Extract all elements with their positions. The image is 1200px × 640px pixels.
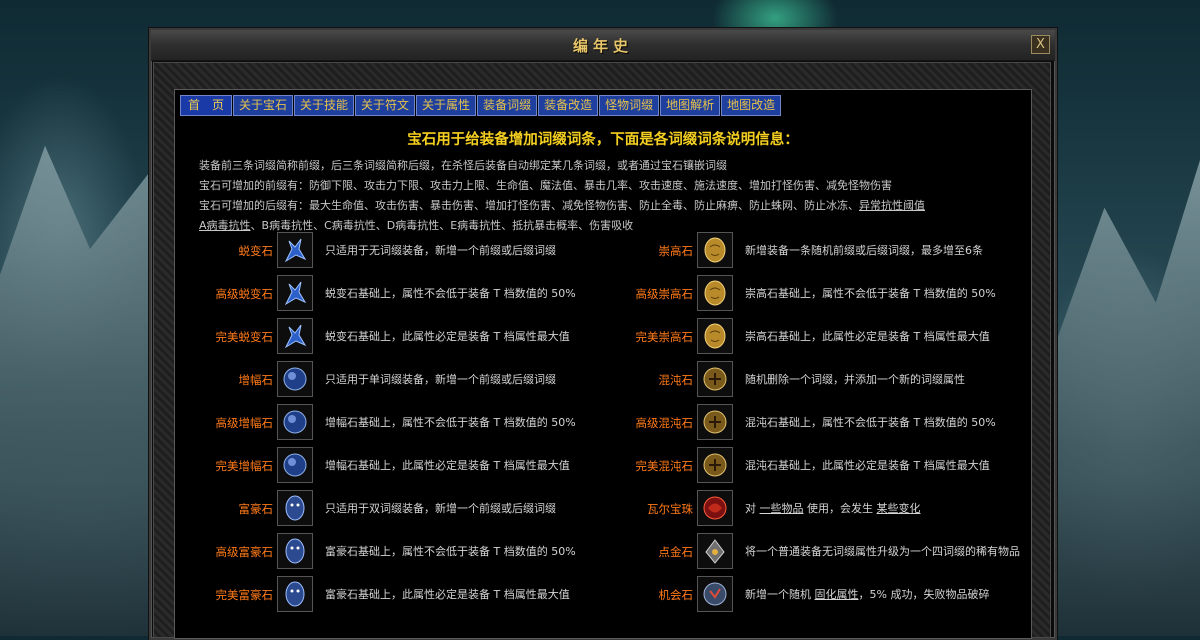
gem-name[interactable]: 崇高石	[595, 230, 694, 272]
chaos-icon[interactable]	[697, 404, 733, 440]
fixed-attribute-link[interactable]: 固化属性	[815, 588, 859, 601]
intro-line: 宝石可增加的后缀有：最大生命值、攻击伤害、暴击伤害、增加打怪伤害、减免怪物伤害、…	[199, 199, 925, 212]
gem-name[interactable]: 高级增幅石	[175, 402, 274, 444]
augment-icon[interactable]	[277, 361, 313, 397]
tab-about-attributes[interactable]: 关于属性	[416, 95, 477, 116]
tab-map-analysis[interactable]: 地图解析	[660, 95, 721, 116]
augment-icon[interactable]	[277, 447, 313, 483]
window-title: 编年史	[572, 37, 633, 55]
transmute-icon[interactable]	[277, 318, 313, 354]
window-titlebar[interactable]: 编年史 X	[151, 30, 1055, 61]
gem-name[interactable]: 高级蜕变石	[175, 273, 274, 315]
exalted-icon[interactable]	[697, 318, 733, 354]
gem-name[interactable]: 高级富豪石	[175, 531, 274, 573]
gem-description: 将一个普通装备无词缀属性升级为一个四词缀的稀有物品	[745, 545, 1020, 558]
background-mountain-right	[1053, 160, 1200, 636]
chronicle-window: 编年史 X 首 页 关于宝石 关于技能 关于符文 关于属性 装备词缀 装备改造 …	[149, 28, 1057, 640]
tab-about-runes[interactable]: 关于符文	[355, 95, 416, 116]
gem-description: 随机删除一个词缀，并添加一个新的词缀属性	[745, 373, 965, 386]
gem-name[interactable]: 蜕变石	[175, 230, 274, 272]
intro-line: 装备前三条词缀简称前缀，后三条词缀简称后缀，在杀怪后装备自动绑定某几条词缀，或者…	[199, 159, 727, 172]
close-icon: X	[1036, 37, 1045, 52]
gem-description: 混沌石基础上，此属性必定是装备 T 档属性最大值	[745, 459, 990, 472]
vaal-orb-icon[interactable]	[697, 490, 733, 526]
gem-name[interactable]: 富豪石	[175, 488, 274, 530]
tab-home[interactable]: 首 页	[180, 95, 232, 116]
tab-map-modification[interactable]: 地图改造	[721, 95, 782, 116]
tab-about-skills[interactable]: 关于技能	[294, 95, 355, 116]
gem-name[interactable]: 高级崇高石	[595, 273, 694, 315]
abnormal-resist-link[interactable]: 异常抗性阈值	[859, 199, 925, 212]
tab-bar: 首 页 关于宝石 关于技能 关于符文 关于属性 装备词缀 装备改造 怪物词缀 地…	[180, 95, 782, 116]
gem-name[interactable]: 完美蜕变石	[175, 316, 274, 358]
gem-description: 混沌石基础上，属性不会低于装备 T 档数值的 50%	[745, 416, 996, 429]
gem-name[interactable]: 完美崇高石	[595, 316, 694, 358]
gem-description: 蜕变石基础上，属性不会低于装备 T 档数值的 50%	[325, 287, 576, 300]
page-headline: 宝石用于给装备增加词缀词条，下面是各词缀词条说明信息：	[407, 132, 799, 148]
gem-description: 只适用于无词缀装备，新增一个前缀或后缀词缀	[325, 244, 556, 257]
gem-name[interactable]: 机会石	[595, 574, 694, 616]
gem-description: 对 一些物品 使用，会发生 某些变化	[745, 502, 921, 515]
tab-equipment-crafting[interactable]: 装备改造	[538, 95, 599, 116]
gem-name[interactable]: 高级混沌石	[595, 402, 694, 444]
gem-description: 崇高石基础上，属性不会低于装备 T 档数值的 50%	[745, 287, 996, 300]
tab-about-gems[interactable]: 关于宝石	[233, 95, 294, 116]
gem-description: 富豪石基础上，此属性必定是装备 T 档属性最大值	[325, 588, 570, 601]
chance-icon[interactable]	[697, 576, 733, 612]
gem-description: 蜕变石基础上，此属性必定是装备 T 档属性最大值	[325, 330, 570, 343]
transmute-icon[interactable]	[277, 232, 313, 268]
regal-icon[interactable]	[277, 533, 313, 569]
gem-description: 增幅石基础上，此属性必定是装备 T 档属性最大值	[325, 459, 570, 472]
gem-name[interactable]: 完美富豪石	[175, 574, 274, 616]
regal-icon[interactable]	[277, 490, 313, 526]
background-mountain-left	[0, 145, 150, 636]
gem-description: 只适用于单词缀装备，新增一个前缀或后缀词缀	[325, 373, 556, 386]
gem-name[interactable]: 瓦尔宝珠	[595, 488, 693, 530]
gem-description: 新增一个随机 固化属性，5% 成功，失败物品破碎	[745, 588, 990, 601]
window-frame: 首 页 关于宝石 关于技能 关于符文 关于属性 装备词缀 装备改造 怪物词缀 地…	[153, 62, 1051, 639]
tab-monster-affixes[interactable]: 怪物词缀	[599, 95, 660, 116]
gem-description: 富豪石基础上，属性不会低于装备 T 档数值的 50%	[325, 545, 576, 558]
gem-name[interactable]: 完美增幅石	[175, 445, 274, 487]
some-items-link[interactable]: 一些物品	[760, 502, 804, 515]
exalted-icon[interactable]	[697, 232, 733, 268]
gem-name[interactable]: 点金石	[595, 531, 694, 573]
gem-description: 崇高石基础上，此属性必定是装备 T 档属性最大值	[745, 330, 990, 343]
chaos-icon[interactable]	[697, 361, 733, 397]
tab-equipment-affixes[interactable]: 装备词缀	[477, 95, 538, 116]
content-panel: 首 页 关于宝石 关于技能 关于符文 关于属性 装备词缀 装备改造 怪物词缀 地…	[174, 89, 1032, 639]
transmute-icon[interactable]	[277, 275, 313, 311]
gem-description: 新增装备一条随机前缀或后缀词缀，最多增至6条	[745, 244, 983, 257]
some-changes-link[interactable]: 某些变化	[877, 502, 921, 515]
regal-icon[interactable]	[277, 576, 313, 612]
alchemy-icon[interactable]	[697, 533, 733, 569]
chaos-icon[interactable]	[697, 447, 733, 483]
gem-description: 只适用于双词缀装备，新增一个前缀或后缀词缀	[325, 502, 556, 515]
gem-name[interactable]: 完美混沌石	[595, 445, 694, 487]
gem-name[interactable]: 增幅石	[175, 359, 274, 401]
intro-text: 装备前三条词缀简称前缀，后三条词缀简称后缀，在杀怪后装备自动绑定某几条词缀，或者…	[199, 156, 1019, 236]
close-button[interactable]: X	[1031, 35, 1050, 54]
intro-line: 宝石可增加的前缀有：防御下限、攻击力下限、攻击力上限、生命值、魔法值、暴击几率、…	[199, 179, 892, 192]
gem-name[interactable]: 混沌石	[595, 359, 694, 401]
gem-description: 增幅石基础上，属性不会低于装备 T 档数值的 50%	[325, 416, 576, 429]
exalted-icon[interactable]	[697, 275, 733, 311]
augment-icon[interactable]	[277, 404, 313, 440]
